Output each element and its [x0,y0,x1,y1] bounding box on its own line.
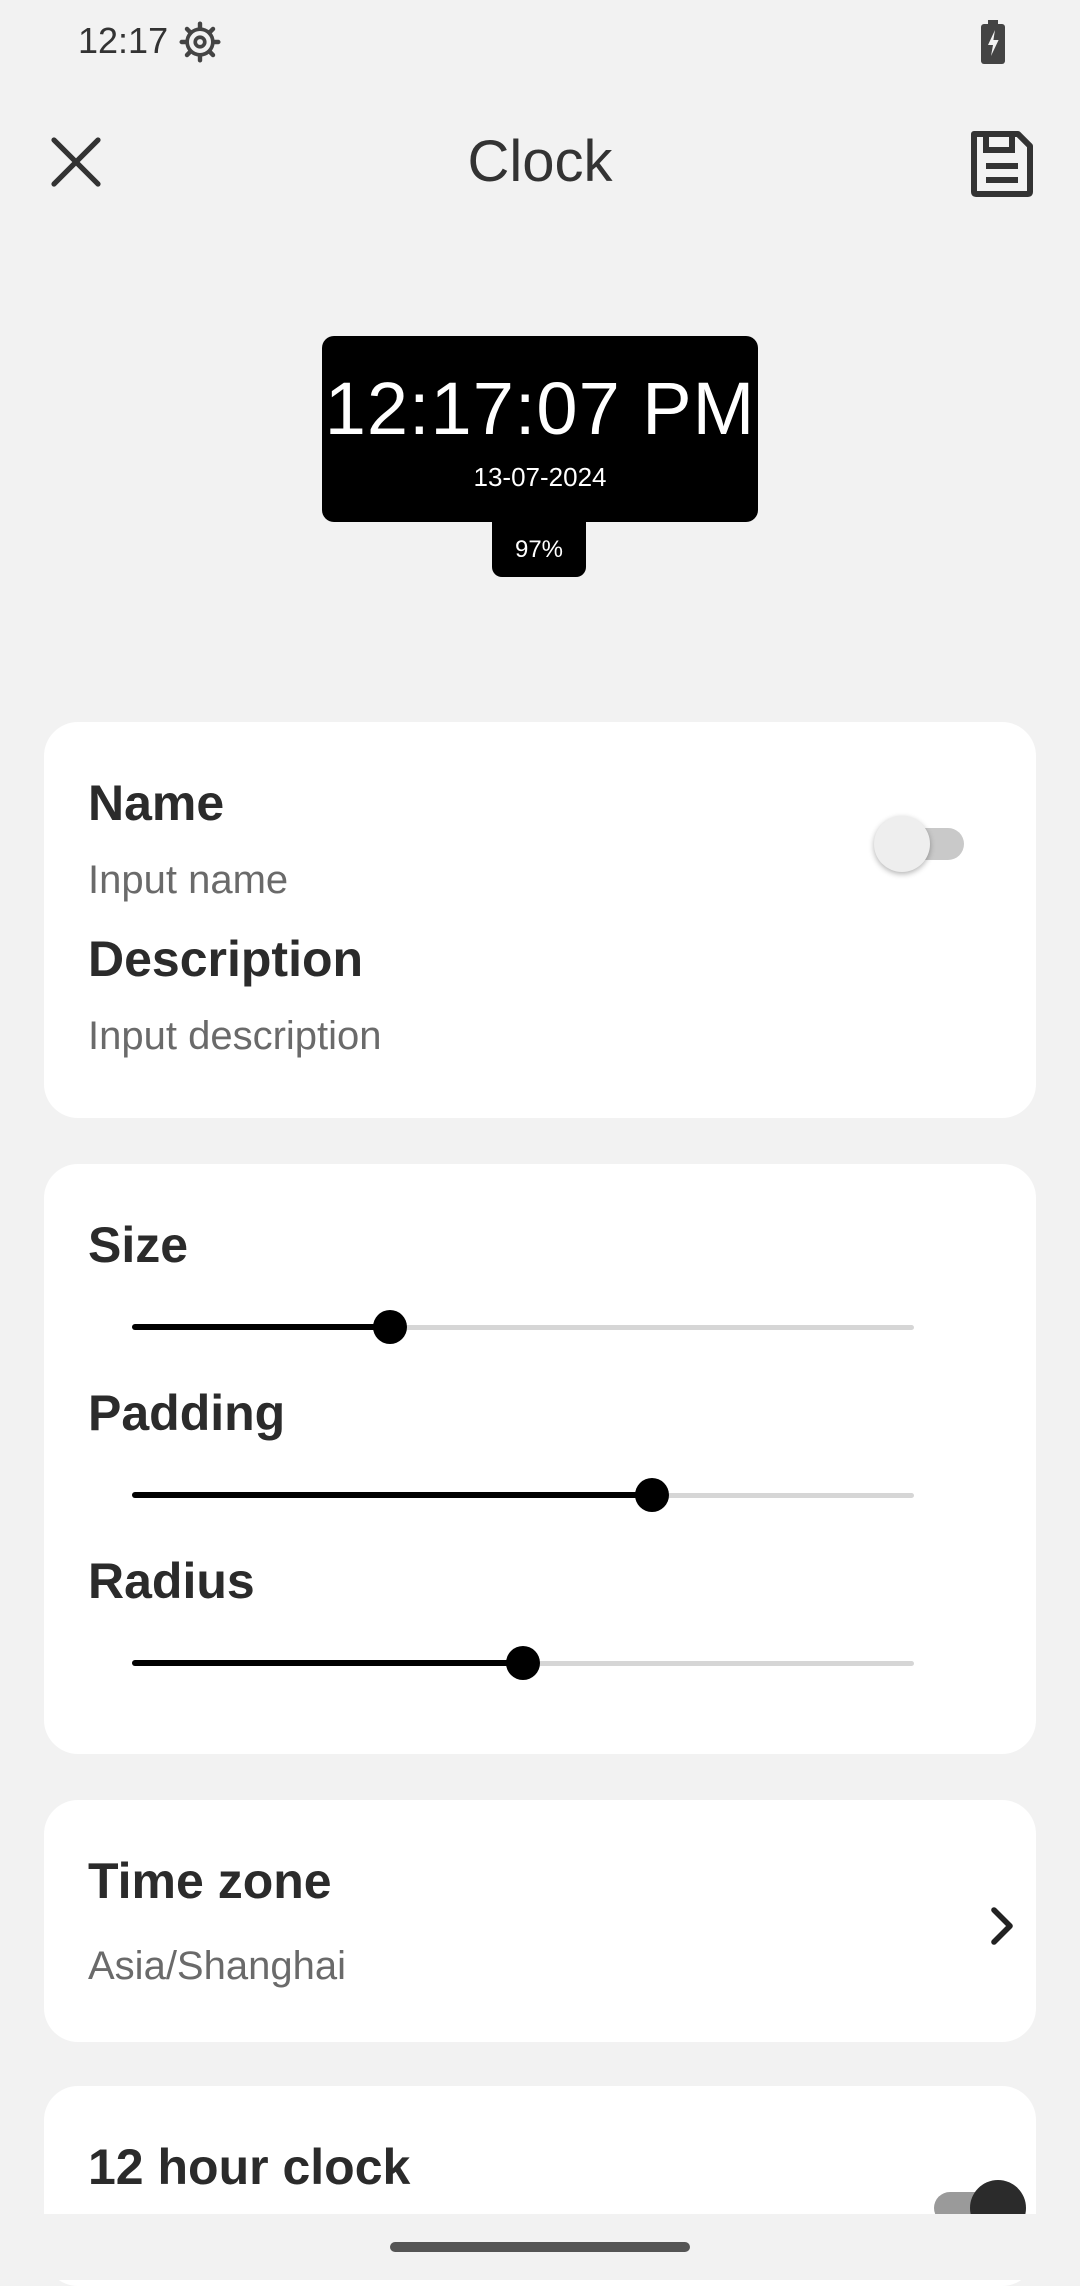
preview-date: 13-07-2024 [473,462,607,492]
radius-slider[interactable] [88,1644,950,1684]
description-label: Description [88,931,364,987]
padding-label: Padding [88,1385,286,1441]
preview-battery: 97% [492,522,586,577]
timezone-card[interactable]: Time zone Asia/Shanghai [44,1800,1036,2042]
slider-fill [132,1324,391,1330]
settings-gear-icon [179,21,221,63]
info-card: Name Input name Description Input descri… [44,722,1036,1118]
style-card: Size Padding Radius [44,1164,1036,1754]
page-title: Clock [467,129,613,194]
app-bar: Clock [0,100,1080,224]
toggle-thumb [874,816,930,872]
description-input[interactable]: Input description [88,1014,382,1059]
slider-fill [132,1492,653,1498]
home-indicator[interactable] [390,2242,690,2252]
slider-fill [132,1660,523,1666]
status-time: 12:17 [78,20,169,61]
chevron-right-icon [991,1907,1013,1945]
slider-knob[interactable] [506,1646,540,1680]
radius-label: Radius [88,1553,255,1609]
size-slider[interactable] [88,1308,950,1348]
slider-knob[interactable] [635,1478,670,1512]
hour-format-label: 12 hour clock [88,2139,411,2195]
name-toggle[interactable] [874,814,974,874]
timezone-value: Asia/Shanghai [88,1944,346,1988]
name-input[interactable]: Input name [88,858,288,903]
save-icon[interactable] [964,126,1040,202]
size-label: Size [88,1217,189,1273]
preview-time: 12:17:07 PM [324,367,756,450]
name-label: Name [88,775,225,831]
timezone-label: Time zone [88,1853,332,1909]
clock-preview: 12:17:07 PM 13-07-2024 [322,336,758,522]
slider-knob[interactable] [373,1310,408,1344]
battery-charging-icon [981,20,1005,64]
padding-slider[interactable] [88,1476,950,1516]
status-bar: 12:17 [0,0,1080,86]
